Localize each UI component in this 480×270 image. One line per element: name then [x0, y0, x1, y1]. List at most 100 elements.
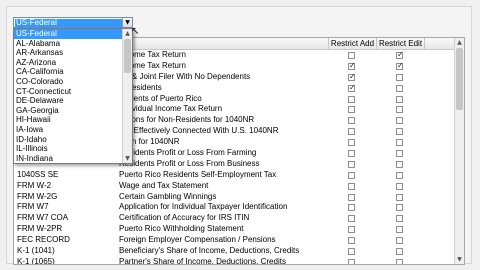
dropdown-item[interactable]: CT-Connecticut: [14, 87, 124, 97]
restrict-add-checkbox[interactable]: [348, 139, 355, 147]
form-description-cell: Income Tax Return: [119, 60, 186, 70]
form-description-cell: Foreign Employer Compensation / Pensions: [119, 235, 276, 245]
form-description-cell: Certification of Accuracy for IRS ITIN: [119, 213, 250, 223]
restrict-add-checkbox[interactable]: [348, 248, 355, 256]
restrict-add-checkbox[interactable]: [348, 83, 356, 93]
table-row[interactable]: FRM W-2G Certain Gambling Winnings: [14, 192, 456, 203]
restrict-edit-checkbox[interactable]: [396, 106, 403, 114]
form-description-cell: Certain Gambling Winnings: [119, 191, 217, 201]
restrict-add-checkbox[interactable]: [348, 72, 356, 82]
form-code-cell: FRM W-2: [17, 180, 52, 190]
dropdown-item[interactable]: GA-Georgia: [14, 106, 124, 116]
restrict-edit-checkbox[interactable]: [396, 258, 403, 264]
form-code-cell: 1040SS SE: [17, 169, 59, 179]
dropdown-items: US-Federal AL-Alabama AR-Arkansas AZ-Arizon…: [14, 29, 124, 163]
restrict-edit-checkbox[interactable]: [396, 193, 403, 201]
table-row[interactable]: K-1 (1041) Beneficiary's Share of Income,…: [14, 246, 456, 257]
scroll-down-icon[interactable]: ▼: [455, 255, 464, 264]
restrict-edit-checkbox[interactable]: [396, 61, 404, 71]
restrict-add-checkbox[interactable]: [348, 150, 355, 158]
mouse-cursor-icon: ↖: [131, 26, 140, 37]
restrict-edit-checkbox[interactable]: [396, 215, 403, 223]
restrict-add-checkbox[interactable]: [348, 182, 355, 190]
header-description[interactable]: [114, 38, 328, 49]
restrict-add-checkbox[interactable]: [348, 160, 355, 168]
restrict-add-checkbox[interactable]: [348, 128, 355, 136]
restrict-add-checkbox[interactable]: [348, 106, 355, 114]
dropdown-scrollbar[interactable]: ▲ ▼: [122, 29, 132, 163]
scroll-thumb[interactable]: [456, 48, 463, 110]
table-row[interactable]: 1040SS SE Puerto Rico Residents Self-Empl…: [14, 170, 456, 181]
dropdown-item[interactable]: IA-Iowa: [14, 125, 124, 135]
form-description-cell: n-Residents: [119, 82, 162, 92]
dropdown-item[interactable]: IL-Illinois: [14, 144, 124, 154]
restrict-edit-checkbox[interactable]: [396, 248, 403, 256]
header-restrict-edit[interactable]: Restrict Edit: [376, 38, 424, 49]
dropdown-item[interactable]: CA-California: [14, 67, 124, 77]
dropdown-item[interactable]: IN-Indiana: [14, 154, 124, 163]
form-code-cell: FRM W-2PR: [17, 224, 63, 234]
restrict-add-checkbox[interactable]: [348, 204, 355, 212]
restrict-add-checkbox[interactable]: [348, 193, 355, 201]
restrict-edit-checkbox[interactable]: [396, 95, 403, 103]
form-description-cell: Wage and Tax Statement: [119, 180, 209, 190]
form-description-cell: Beneficiary's Share of Income, Deduction…: [119, 246, 300, 256]
dropdown-item[interactable]: ID-Idaho: [14, 135, 124, 145]
dropdown-item[interactable]: AR-Arkansas: [14, 48, 124, 58]
restrict-edit-checkbox[interactable]: [396, 237, 403, 245]
table-row[interactable]: FRM W-2PR Puerto Rico Withholding Stateme…: [14, 224, 456, 235]
restrict-edit-checkbox[interactable]: [396, 182, 403, 190]
restrict-add-checkbox[interactable]: [348, 237, 355, 245]
restrict-add-checkbox[interactable]: [348, 95, 355, 103]
restrict-edit-checkbox[interactable]: [396, 150, 403, 158]
restrict-add-checkbox[interactable]: [348, 215, 355, 223]
dropdown-item[interactable]: DE-Delaware: [14, 96, 124, 106]
dropdown-item[interactable]: CO-Colorado: [14, 77, 124, 87]
restrict-add-checkbox[interactable]: [348, 226, 355, 234]
scroll-up-icon[interactable]: ▲: [455, 38, 464, 47]
table-row[interactable]: FRM W-2 Wage and Tax Statement: [14, 181, 456, 192]
form-description-cell: Puerto Rico Withholding Statement: [119, 224, 244, 234]
table-row[interactable]: FRM W7 Application for Individual Taxpaye…: [14, 202, 456, 213]
dropdown-scroll-down-icon[interactable]: ▼: [123, 154, 132, 163]
restrict-edit-checkbox[interactable]: [396, 226, 403, 234]
restrict-edit-checkbox[interactable]: [396, 73, 403, 81]
dropdown-item[interactable]: US-Federal: [14, 29, 124, 39]
form-description-cell: uctions for Non-Residents for 1040NR: [119, 115, 255, 125]
restrict-edit-checkbox[interactable]: [396, 84, 403, 92]
form-code-cell: FRM W-2G: [17, 191, 58, 201]
form-description-cell: gle & Joint Filer With No Dependents: [119, 71, 251, 81]
form-description-cell: esidents of Puerto Rico: [119, 93, 202, 103]
restrict-edit-checkbox[interactable]: [396, 50, 404, 60]
restrict-edit-checkbox[interactable]: [396, 128, 403, 136]
form-code-cell: FEC RECORD: [17, 235, 70, 245]
restrict-edit-checkbox[interactable]: [396, 117, 403, 125]
restrict-add-checkbox[interactable]: [348, 117, 355, 125]
restrict-edit-checkbox[interactable]: [396, 139, 403, 147]
state-select[interactable]: US-Federal ▼: [13, 17, 133, 28]
form-description-cell: Residents Profit or Loss From Business: [119, 158, 260, 168]
state-select-value[interactable]: US-Federal: [15, 19, 123, 27]
restrict-edit-checkbox[interactable]: [396, 204, 403, 212]
form-code-cell: FRM W7 COA: [17, 213, 69, 223]
header-filler: [424, 38, 456, 49]
restrict-add-checkbox[interactable]: [348, 171, 355, 179]
dropdown-item[interactable]: AL-Alabama: [14, 39, 124, 49]
form-code-cell: K-1 (1041): [17, 246, 55, 256]
restrict-add-checkbox[interactable]: [348, 52, 355, 59]
restrict-add-checkbox[interactable]: [348, 61, 356, 71]
restrict-edit-checkbox[interactable]: [396, 160, 403, 168]
restrict-add-checkbox[interactable]: [348, 258, 355, 264]
form-description-cell: Partner's Share of Income, Deductions, C…: [119, 256, 286, 265]
dropdown-scroll-thumb[interactable]: [124, 39, 131, 73]
form-description-cell: Application for Individual Taxpayer Iden…: [119, 202, 288, 212]
dropdown-item[interactable]: AZ-Arizona: [14, 58, 124, 68]
table-row[interactable]: FEC RECORD Foreign Employer Compensation …: [14, 235, 456, 246]
form-code-cell: FRM W7: [17, 202, 49, 212]
table-row[interactable]: FRM W7 COA Certification of Accuracy for …: [14, 213, 456, 224]
table-row[interactable]: K-1 (1065) Partner's Share of Income, Ded…: [14, 256, 456, 265]
dropdown-item[interactable]: HI-Hawaii: [14, 115, 124, 125]
grid-scrollbar[interactable]: ▲ ▼: [454, 38, 464, 264]
header-restrict-add[interactable]: Restrict Add: [328, 38, 376, 49]
restrict-edit-checkbox[interactable]: [396, 171, 403, 179]
